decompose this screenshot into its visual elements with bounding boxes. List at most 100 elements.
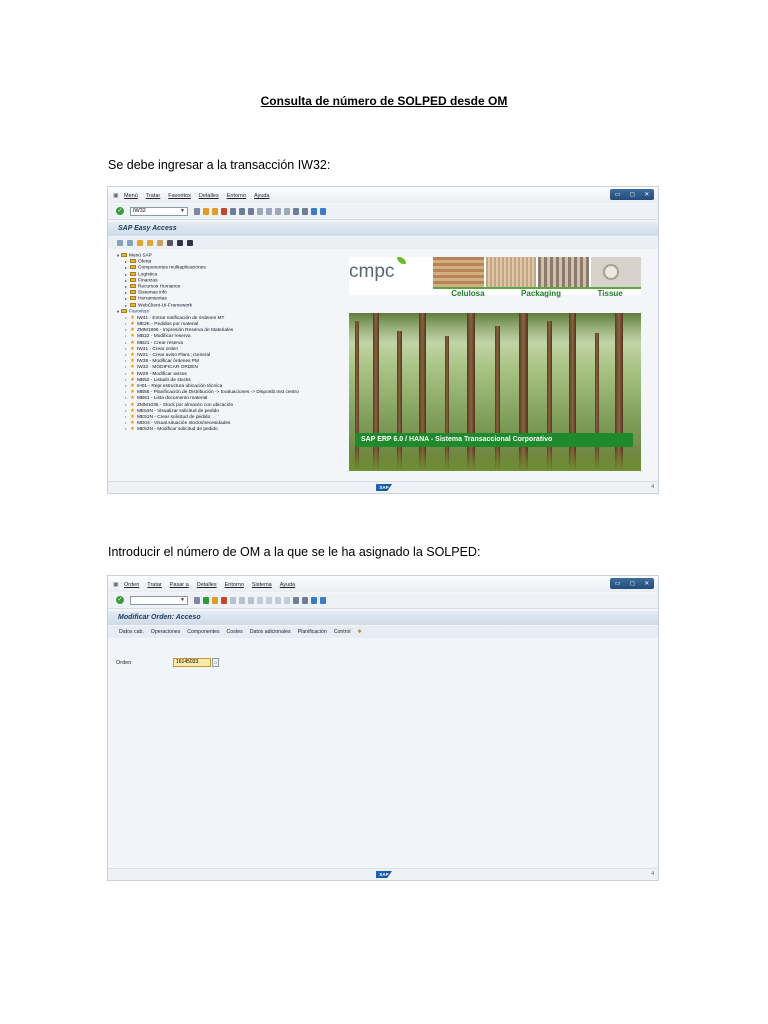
star-icon: ★ bbox=[130, 314, 135, 321]
menu-item[interactable]: Pasar a bbox=[170, 582, 189, 588]
work-area bbox=[108, 639, 658, 869]
menu-item[interactable]: Detalles bbox=[199, 193, 219, 199]
menu-item[interactable]: Ayuda bbox=[280, 582, 296, 588]
new-session-icon[interactable] bbox=[293, 208, 299, 215]
window-controls: ▭ ◻ ✕ bbox=[610, 578, 654, 589]
change-favorite-icon[interactable] bbox=[147, 240, 153, 246]
back-icon[interactable] bbox=[203, 597, 209, 604]
tab-componentes[interactable]: Componentes bbox=[187, 629, 219, 638]
prev-page-icon[interactable] bbox=[266, 208, 272, 215]
menu-icon[interactable] bbox=[117, 240, 123, 246]
help-icon[interactable] bbox=[311, 597, 317, 604]
folder-open-icon bbox=[121, 308, 127, 313]
tab-costes[interactable]: Costes bbox=[227, 629, 243, 638]
object-links-icon[interactable]: ✱ bbox=[358, 629, 362, 638]
last-page-icon[interactable] bbox=[284, 208, 290, 215]
menu-item[interactable]: Ayuda bbox=[254, 193, 270, 199]
menu-item[interactable]: Detalles bbox=[197, 582, 217, 588]
star-icon: ★ bbox=[130, 376, 135, 383]
back-icon[interactable] bbox=[203, 208, 209, 215]
tab-planificacion[interactable]: Planificación bbox=[298, 629, 327, 638]
add-favorite-icon[interactable] bbox=[137, 240, 143, 246]
tab-datos-cab[interactable]: Datos cab. bbox=[119, 629, 144, 638]
maximize-icon[interactable]: ◻ bbox=[630, 191, 635, 198]
shortcut-icon[interactable] bbox=[302, 208, 308, 215]
chevron-down-icon[interactable]: ▼ bbox=[180, 208, 185, 214]
menu-item[interactable]: Tratar bbox=[147, 582, 161, 588]
first-page-icon[interactable] bbox=[257, 597, 263, 604]
maximize-icon[interactable]: ◻ bbox=[630, 580, 635, 587]
system-toolbar: ✓ IW32 ▼ bbox=[108, 204, 658, 220]
minimize-icon[interactable]: ▭ bbox=[615, 191, 621, 198]
edit-icon[interactable] bbox=[167, 240, 173, 246]
window-menu-icon[interactable]: ▣ bbox=[113, 581, 119, 588]
product-label: Tissue bbox=[597, 289, 623, 298]
star-icon: ★ bbox=[130, 364, 135, 371]
tab-control[interactable]: Control bbox=[334, 629, 351, 638]
star-icon: ★ bbox=[130, 401, 135, 408]
order-input[interactable]: 16145033 bbox=[173, 658, 211, 667]
cancel-icon[interactable] bbox=[221, 208, 227, 215]
menu-item[interactable]: Tratar bbox=[146, 193, 160, 199]
menu-item[interactable]: Entorno bbox=[227, 193, 246, 199]
menu-item[interactable]: Orden bbox=[124, 582, 139, 588]
exit-icon[interactable] bbox=[212, 208, 218, 215]
product-image bbox=[590, 257, 641, 287]
help-icon[interactable] bbox=[311, 208, 317, 215]
menu-item[interactable]: Entorno bbox=[225, 582, 244, 588]
trunk bbox=[519, 313, 528, 471]
close-icon[interactable]: ✕ bbox=[644, 191, 649, 198]
close-icon[interactable]: ✕ bbox=[644, 580, 649, 587]
chevron-down-icon[interactable]: ▼ bbox=[180, 597, 185, 603]
move-up-icon[interactable] bbox=[187, 240, 193, 246]
move-down-icon[interactable] bbox=[177, 240, 183, 246]
product-label: Celulosa bbox=[451, 289, 485, 298]
prev-page-icon[interactable] bbox=[266, 597, 272, 604]
toolbar-icons bbox=[194, 208, 326, 215]
next-page-icon[interactable] bbox=[275, 597, 281, 604]
status-bar: SAP 4 bbox=[108, 481, 658, 493]
star-icon: ★ bbox=[130, 426, 135, 433]
delete-favorite-icon[interactable] bbox=[157, 240, 163, 246]
window-menu-icon[interactable]: ▣ bbox=[113, 192, 119, 199]
product-label: Packaging bbox=[521, 289, 562, 298]
last-page-icon[interactable] bbox=[284, 597, 290, 604]
save-icon[interactable] bbox=[194, 597, 200, 604]
menu-item[interactable]: Menú bbox=[124, 193, 138, 199]
print-icon[interactable] bbox=[230, 597, 236, 604]
sap-modificar-orden-screenshot: ▣ Orden Tratar Pasar a Detalles Entorno … bbox=[107, 575, 659, 881]
application-toolbar: Datos cab. Operaciones Componentes Coste… bbox=[108, 626, 658, 638]
window-controls: ▭ ◻ ✕ bbox=[610, 189, 654, 200]
status-bar: SAP 4 bbox=[108, 868, 658, 880]
sap-logo: SAP bbox=[376, 871, 392, 878]
find-icon[interactable] bbox=[239, 208, 245, 215]
enter-icon[interactable]: ✓ bbox=[116, 596, 124, 604]
first-page-icon[interactable] bbox=[257, 208, 263, 215]
enter-icon[interactable]: ✓ bbox=[116, 207, 124, 215]
layout-icon[interactable] bbox=[320, 208, 326, 215]
tab-datos-adicionales[interactable]: Datos adicionales bbox=[250, 629, 291, 638]
favorite-transaction[interactable]: • ★ ME52N - Modificar solicitud de pedido bbox=[116, 426, 346, 432]
print-icon[interactable] bbox=[230, 208, 236, 215]
minimize-icon[interactable]: ▭ bbox=[615, 580, 621, 587]
status-indicator[interactable]: 4 bbox=[651, 871, 654, 877]
menu-item[interactable]: Sistema bbox=[252, 582, 272, 588]
find-next-icon[interactable] bbox=[248, 208, 254, 215]
new-session-icon[interactable] bbox=[293, 597, 299, 604]
status-indicator[interactable]: 4 bbox=[651, 484, 654, 490]
cancel-icon[interactable] bbox=[221, 597, 227, 604]
user-menu-icon[interactable] bbox=[127, 240, 133, 246]
search-help-icon[interactable]: □ bbox=[212, 658, 219, 667]
folder-open-icon bbox=[121, 253, 127, 257]
shortcut-icon[interactable] bbox=[302, 597, 308, 604]
save-icon[interactable] bbox=[194, 208, 200, 215]
exit-icon[interactable] bbox=[212, 597, 218, 604]
menu-bar: ▣ Menú Tratar Favoritos Detalles Entorno… bbox=[108, 187, 658, 203]
find-next-icon[interactable] bbox=[248, 597, 254, 604]
next-page-icon[interactable] bbox=[275, 208, 281, 215]
folder-icon bbox=[130, 302, 136, 307]
layout-icon[interactable] bbox=[320, 597, 326, 604]
tab-operaciones[interactable]: Operaciones bbox=[151, 629, 180, 638]
find-icon[interactable] bbox=[239, 597, 245, 604]
menu-item[interactable]: Favoritos bbox=[168, 193, 191, 199]
